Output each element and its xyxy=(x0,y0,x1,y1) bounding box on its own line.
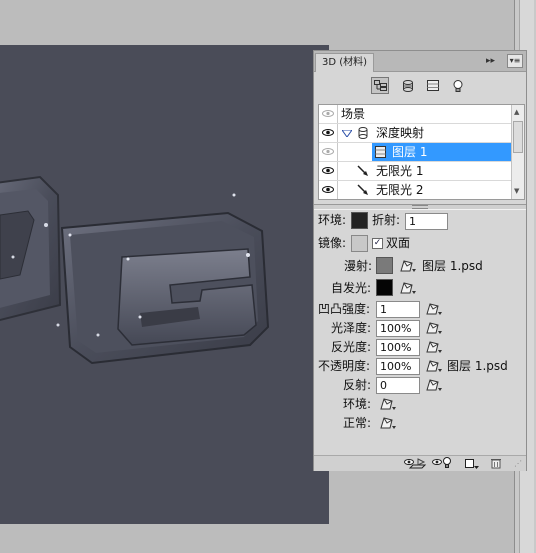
panel-splitter[interactable] xyxy=(314,204,526,210)
self-illumination-label: 自发光: xyxy=(331,281,372,295)
environment-texture-menu-icon[interactable] xyxy=(380,397,397,411)
environment-label: 环境: xyxy=(343,397,372,411)
collapse-panel-button[interactable]: ▸▸ xyxy=(486,54,495,68)
refraction-label: 折射: xyxy=(372,213,401,227)
toggle-lights-icon[interactable] xyxy=(432,457,454,469)
reflectivity-texture-menu-icon[interactable] xyxy=(426,378,443,392)
two-sided-checkbox[interactable]: ✓ xyxy=(372,238,383,249)
bump-texture-menu-icon[interactable] xyxy=(426,302,443,316)
expand-triangle-icon[interactable] xyxy=(342,130,352,137)
glossiness-input[interactable]: 100% xyxy=(376,320,420,337)
visibility-toggle[interactable] xyxy=(319,105,338,123)
reflection-label: 镜像: xyxy=(318,236,347,250)
scene-row-layer-1-material[interactable]: 图层 1 xyxy=(319,143,511,162)
filter-whole-scene-icon xyxy=(374,80,387,91)
eye-icon xyxy=(322,110,334,117)
filter-lights-button[interactable] xyxy=(449,77,467,94)
visibility-toggle[interactable] xyxy=(319,124,338,142)
tab-3d-materials[interactable]: 3D (材料) xyxy=(315,53,375,72)
eye-icon xyxy=(322,167,334,174)
panel-menu-button[interactable]: ▾≡ xyxy=(507,54,523,68)
delete-icon[interactable] xyxy=(490,457,502,469)
scene-row-scene[interactable]: 场景 xyxy=(319,105,511,124)
bump-strength-input[interactable]: 1 xyxy=(376,301,420,318)
filter-materials-icon xyxy=(427,80,439,91)
shininess-input[interactable]: 100% xyxy=(376,339,420,356)
filter-toolbar xyxy=(314,73,526,99)
filter-meshes-icon xyxy=(403,80,413,92)
scene-tree-list: 场景 深度映射 图层 1 无限光 1 无限光 2 ▲ ▼ xyxy=(318,104,525,200)
panel-tab-bar: 3D (材料) ▸▸ ▾≡ xyxy=(314,51,526,72)
diffuse-color-swatch[interactable] xyxy=(376,257,393,274)
embossed-3d-artwork xyxy=(0,175,270,365)
new-light-icon[interactable] xyxy=(464,457,480,469)
bump-strength-label: 凹凸强度: xyxy=(318,302,371,316)
filter-materials-button[interactable] xyxy=(424,77,442,94)
diffuse-label: 漫射: xyxy=(344,259,373,273)
reflectivity-input[interactable]: 0 xyxy=(376,377,420,394)
3d-materials-panel: 3D (材料) ▸▸ ▾≡ 场景 深度映射 图层 1 无限光 1 无限光 2 ▲… xyxy=(313,50,527,471)
scene-row-infinite-light-1[interactable]: 无限光 1 xyxy=(319,162,511,181)
scene-row-label: 图层 1 xyxy=(392,145,428,159)
resize-grip-icon[interactable]: ⋰ xyxy=(514,459,522,468)
ambient-color-swatch[interactable] xyxy=(351,212,368,229)
glossiness-texture-menu-icon[interactable] xyxy=(426,321,443,335)
opacity-texture-menu-icon[interactable] xyxy=(426,359,443,373)
infinite-light-icon xyxy=(357,184,368,195)
scroll-down-arrow-icon[interactable]: ▼ xyxy=(514,187,519,195)
scene-row-label: 无限光 2 xyxy=(376,183,424,197)
material-icon xyxy=(375,146,386,158)
toggle-ground-plane-icon[interactable] xyxy=(404,457,426,469)
scene-list-scrollbar[interactable]: ▲ ▼ xyxy=(511,105,524,199)
panel-bottom-bar: ⋰ xyxy=(314,455,526,471)
self-illumination-texture-menu-icon[interactable] xyxy=(400,281,417,295)
filter-lights-icon xyxy=(453,80,463,92)
reflectivity-label: 反射: xyxy=(343,378,372,392)
opacity-texture-name[interactable]: 图层 1.psd xyxy=(447,358,508,374)
document-canvas[interactable] xyxy=(0,45,329,524)
reflection-color-swatch[interactable] xyxy=(351,235,368,252)
splitter-grip-icon xyxy=(412,205,428,209)
glossiness-label: 光泽度: xyxy=(331,321,372,335)
eye-icon xyxy=(322,129,334,136)
eye-icon xyxy=(322,186,334,193)
shininess-texture-menu-icon[interactable] xyxy=(426,340,443,354)
scene-row-label: 场景 xyxy=(341,107,366,121)
infinite-light-icon xyxy=(357,165,368,176)
shininess-label: 反光度: xyxy=(331,340,372,354)
scene-row-label: 深度映射 xyxy=(376,126,425,140)
visibility-toggle[interactable] xyxy=(319,143,338,161)
diffuse-texture-menu-icon[interactable] xyxy=(400,259,417,273)
filter-whole-scene-button[interactable] xyxy=(371,77,389,94)
scene-row-infinite-light-2[interactable]: 无限光 2 xyxy=(319,181,511,199)
opacity-label: 不透明度: xyxy=(318,359,371,373)
diffuse-texture-name[interactable]: 图层 1.psd xyxy=(422,258,483,274)
scene-row-depth-map[interactable]: 深度映射 xyxy=(319,124,511,143)
scene-row-label: 无限光 1 xyxy=(376,164,424,178)
self-illumination-color-swatch[interactable] xyxy=(376,279,393,296)
opacity-input[interactable]: 100% xyxy=(376,358,420,375)
normal-label: 正常: xyxy=(343,416,372,430)
normal-texture-menu-icon[interactable] xyxy=(380,416,397,430)
filter-meshes-button[interactable] xyxy=(399,77,417,94)
mesh-icon xyxy=(358,127,368,139)
eye-icon xyxy=(322,148,334,155)
ambient-label: 环境: xyxy=(318,213,347,227)
two-sided-label: 双面 xyxy=(386,236,411,250)
visibility-toggle[interactable] xyxy=(319,181,338,199)
scroll-thumb[interactable] xyxy=(513,121,523,153)
refraction-input[interactable]: 1 xyxy=(405,213,448,230)
visibility-toggle[interactable] xyxy=(319,162,338,180)
scroll-up-arrow-icon[interactable]: ▲ xyxy=(514,108,519,116)
